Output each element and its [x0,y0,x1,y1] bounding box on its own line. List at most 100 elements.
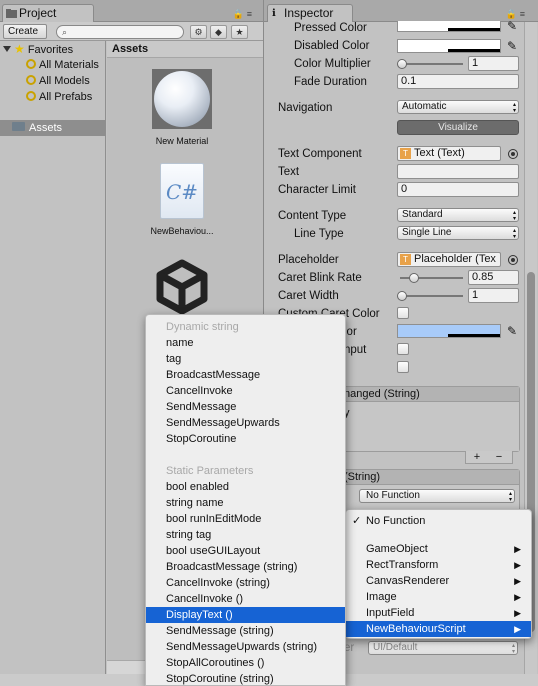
submenu-arrow-icon: ▶ [514,576,521,586]
asset-new-material[interactable]: New Material [137,69,227,146]
menu-item-cancelinvoke-string[interactable]: CancelInvoke (string) [146,575,345,591]
tree-assets-label: Assets [29,122,63,134]
caret-width-input[interactable]: 1 [468,288,519,303]
menu-item-tag[interactable]: tag [146,351,345,367]
material-popup[interactable]: UI/Default [368,641,518,655]
search-icon: ⌕ [62,27,68,37]
text-input[interactable] [397,164,519,179]
color-multiplier-input[interactable]: 1 [468,56,519,71]
tree-assets[interactable]: Assets [0,120,106,136]
assets-breadcrumb: Assets [107,41,263,58]
menu-item-no-function[interactable]: ✓ No Function [346,513,531,529]
search-input[interactable]: ⌕ [56,25,184,39]
remove-listener-button[interactable]: − [488,451,510,463]
menu-item-string-tag[interactable]: string tag [146,527,345,543]
line-type-popup[interactable]: Single Line [397,226,519,240]
submenu-arrow-icon: ▶ [514,624,521,634]
search-by-type-icon[interactable]: ⚙ [190,25,207,39]
create-button[interactable]: Create ▾ [3,24,47,50]
menu-item-sendmessageupwards[interactable]: SendMessageUpwards [146,415,345,431]
menu-item-newbehaviourscript[interactable]: NewBehaviourScript ▶ [346,621,531,637]
checkmark-icon: ✓ [352,515,362,527]
add-listener-button[interactable]: + [466,451,488,463]
fade-duration-input[interactable]: 0.1 [397,74,519,89]
eyedropper-icon[interactable]: ✎ [505,324,519,338]
menu-item-label: RectTransform [366,559,439,571]
menu-item-label: NewBehaviourScript [366,623,466,635]
expand-arrow-icon[interactable] [3,46,11,52]
menu-item-sendmessage[interactable]: SendMessage [146,399,345,415]
content-type-popup[interactable]: Standard [397,208,519,222]
asset-newbehaviourscript[interactable]: C# NewBehaviou... [137,163,227,236]
menu-item-displaytext[interactable]: DisplayText () [146,607,345,623]
project-tabbar: Project 🔒≡ [0,0,263,22]
project-tab-label: Project [19,6,57,20]
tree-item-all-materials[interactable]: All Materials [0,57,106,73]
menu-item-string-name[interactable]: string name [146,495,345,511]
search-by-label-icon[interactable]: ◆ [210,25,227,39]
menu-item-canvasrenderer[interactable]: CanvasRenderer ▶ [346,573,531,589]
tree-item-label: All Models [39,75,90,87]
pressed-color-field[interactable] [397,21,501,32]
hide-mobile-input-checkbox[interactable] [397,343,409,355]
menu-item-bool-useguilayout[interactable]: bool useGUILayout [146,543,345,559]
tree-item-all-models[interactable]: All Models [0,73,106,89]
caret-blink-rate-input[interactable]: 0.85 [468,270,519,285]
navigation-value: Automatic [402,101,447,112]
object-picker-icon[interactable] [508,149,518,159]
material-popup-value: UI/Default [373,642,418,653]
text-component-field[interactable]: T Text (Text) [397,146,501,161]
menu-item-cancelinvoke-void[interactable]: CancelInvoke () [146,591,345,607]
disabled-color-field[interactable] [397,39,501,53]
caret-width-slider[interactable] [397,289,463,303]
asset-unity-scene[interactable] [137,257,227,319]
menu-item-broadcastmessage[interactable]: BroadcastMessage [146,367,345,383]
menu-item-sendmessageupwards-string[interactable]: SendMessageUpwards (string) [146,639,345,655]
read-only-checkbox[interactable] [397,361,409,373]
function-popup[interactable]: No Function [359,489,515,503]
asset-label: New Material [155,136,209,146]
placeholder-label: Placeholder [278,254,339,266]
lock-icon[interactable]: 🔒≡ [233,9,255,20]
slider-knob[interactable] [397,59,407,69]
menu-item-inputfield[interactable]: InputField ▶ [346,605,531,621]
menu-item-gameobject[interactable]: GameObject ▶ [346,541,531,557]
menu-item-bool-enabled[interactable]: bool enabled [146,479,345,495]
eyedropper-icon[interactable]: ✎ [505,39,519,53]
menu-item-bool-runineditmode[interactable]: bool runInEditMode [146,511,345,527]
slider-knob[interactable] [409,273,419,283]
character-limit-label: Character Limit [278,184,356,196]
selection-color-field[interactable] [397,324,501,338]
color-multiplier-slider[interactable] [397,57,463,71]
menu-item-stopallcoroutines[interactable]: StopAllCoroutines () [146,655,345,671]
disabled-color-label: Disabled Color [294,40,370,52]
menu-item-stopcoroutine-string[interactable]: StopCoroutine (string) [146,671,345,686]
project-tree: ★ Favorites All Materials All Models All… [0,41,106,686]
text-component-label: Text Component [278,148,362,160]
placeholder-field[interactable]: T Placeholder (Tex [397,252,501,267]
hide-mobile-input-label: nput [344,344,367,356]
submenu-arrow-icon: ▶ [514,560,521,570]
menu-item-name[interactable]: name [146,335,345,351]
caret-blink-rate-slider[interactable] [397,271,463,285]
slider-knob[interactable] [397,291,407,301]
menu-item-cancelinvoke[interactable]: CancelInvoke [146,383,345,399]
object-picker-icon[interactable] [508,255,518,265]
menu-item-recttransform[interactable]: RectTransform ▶ [346,557,531,573]
menu-item-sendmessage-string[interactable]: SendMessage (string) [146,623,345,639]
caret-blink-rate-label: Caret Blink Rate [278,272,362,284]
placeholder-value: Placeholder (Tex [414,253,496,265]
menu-item-stopcoroutine[interactable]: StopCoroutine [146,431,345,447]
custom-caret-color-checkbox[interactable] [397,307,409,319]
tree-item-all-prefabs[interactable]: All Prefabs [0,89,106,105]
visualize-button[interactable]: Visualize [397,120,519,135]
menu-item-image[interactable]: Image ▶ [346,589,531,605]
menu-item-broadcastmessage-string[interactable]: BroadcastMessage (string) [146,559,345,575]
character-limit-input[interactable]: 0 [397,182,519,197]
project-tab[interactable]: Project [2,4,94,22]
navigation-label: Navigation [278,102,333,114]
tree-favorites[interactable]: ★ Favorites [0,41,106,57]
eyedropper-icon[interactable]: ✎ [505,19,519,33]
favorites-star-icon[interactable]: ★ [231,25,248,39]
navigation-popup[interactable]: Automatic [397,100,519,114]
